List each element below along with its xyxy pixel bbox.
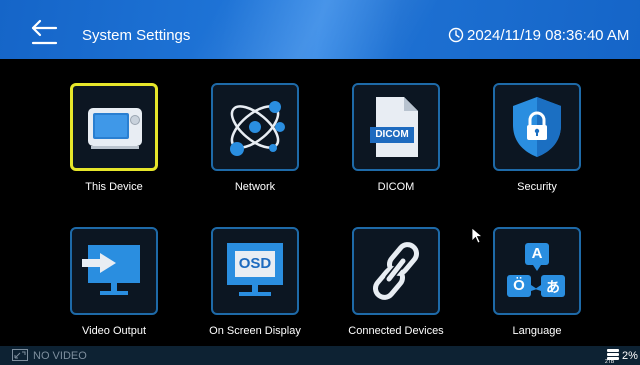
clock-icon (448, 27, 464, 43)
osd-box[interactable]: OSD (211, 227, 299, 315)
no-video-icon (12, 349, 28, 361)
device-icon (88, 108, 142, 149)
tile-video-output[interactable]: Video Output (40, 227, 160, 347)
tile-network[interactable]: Network (181, 83, 301, 203)
tile-label: This Device (85, 181, 143, 193)
tile-dicom[interactable]: DICOM DICOM (322, 83, 442, 203)
connected-devices-box[interactable] (352, 227, 440, 315)
status-bar: NO VIDEO 2TB 2% (0, 346, 640, 365)
tile-on-screen-display[interactable]: OSD On Screen Display (181, 227, 301, 347)
network-box[interactable] (211, 83, 299, 171)
tile-label: Security (517, 181, 557, 193)
disk-capacity: 2TB (605, 359, 615, 365)
network-icon (230, 101, 285, 156)
language-icon (507, 243, 565, 297)
video-output-icon (82, 245, 140, 295)
tile-label: DICOM (377, 181, 415, 193)
disk-usage-percent: 2% (622, 350, 638, 362)
mouse-pointer-icon (471, 227, 483, 244)
back-button[interactable] (24, 17, 64, 47)
tile-label: Network (234, 181, 276, 193)
video-output-box[interactable] (70, 227, 158, 315)
security-box[interactable] (493, 83, 581, 171)
tile-label: Connected Devices (348, 325, 444, 337)
back-arrow-icon (31, 19, 58, 45)
language-glyph-a-jp: あ (546, 279, 560, 295)
tile-security[interactable]: Security (463, 83, 583, 203)
tile-label: On Screen Display (209, 325, 301, 337)
tile-label: Video Output (81, 325, 146, 337)
header-sheen (168, 0, 452, 59)
datetime: 2024/11/19 08:36:40 AM (467, 27, 630, 44)
language-glyph-a: A (531, 245, 543, 262)
page-title: System Settings (82, 27, 191, 44)
tile-language[interactable]: A Ö あ Language (463, 227, 583, 347)
tile-connected-devices[interactable]: Connected Devices (322, 227, 444, 347)
tile-this-device[interactable]: This Device (40, 83, 160, 203)
link-icon (373, 242, 419, 300)
dicom-file-icon (370, 97, 418, 157)
language-glyph-o: Ö (513, 277, 525, 294)
header-bar: System Settings 2024/11/19 08:36:40 AM (0, 0, 640, 59)
shield-lock-icon (513, 97, 561, 157)
this-device-box[interactable] (70, 83, 158, 171)
language-box[interactable]: A Ö あ (493, 227, 581, 315)
dicom-box[interactable]: DICOM (352, 83, 440, 171)
video-status: NO VIDEO (33, 350, 87, 362)
dicom-badge: DICOM (375, 129, 409, 140)
osd-badge: OSD (238, 255, 272, 272)
tile-label: Language (512, 325, 562, 337)
